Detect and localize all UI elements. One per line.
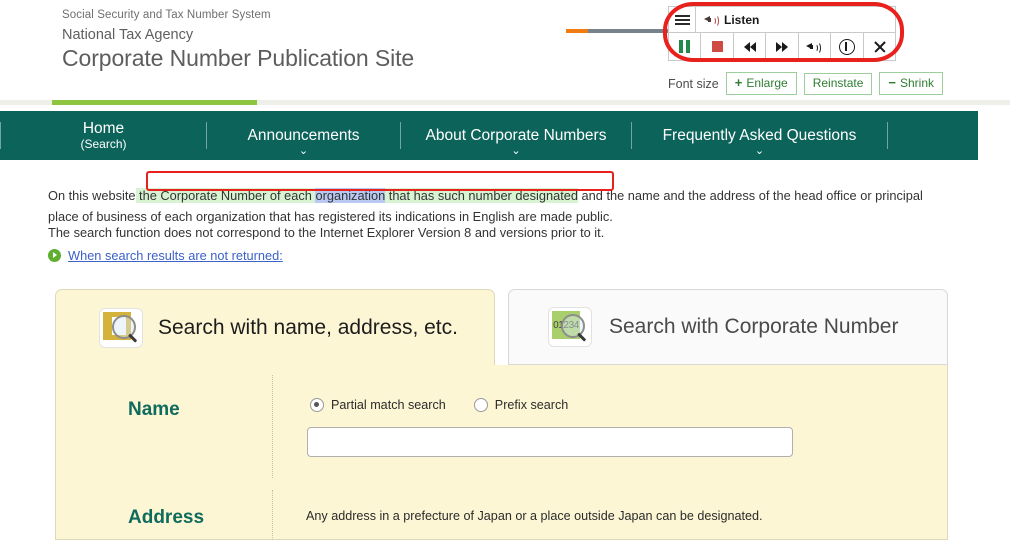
font-shrink-button[interactable]: − Shrink (879, 72, 943, 95)
brand-agency-name: National Tax Agency (62, 27, 194, 43)
stop-square-icon (711, 41, 723, 52)
name-row-divider (272, 375, 274, 478)
plus-icon: + (734, 75, 743, 90)
sidebar-item-announcements[interactable]: Announcements ⌄ (207, 127, 400, 157)
tab-search-by-name-label: Search with name, address, etc. (158, 315, 458, 339)
sidebar-item-home[interactable]: Home (Search) (1, 120, 206, 151)
volume-button[interactable] (798, 33, 832, 60)
intro-highlight-after: that has such number designated (385, 187, 578, 203)
font-shrink-label: Shrink (899, 76, 934, 90)
arrow-circle-right-icon (48, 249, 61, 262)
tts-seekbar-progress (566, 29, 588, 33)
tts-controls (669, 33, 895, 60)
nav-divider (887, 122, 888, 149)
nav-item-label: About Corporate Numbers (425, 127, 607, 144)
brand-tagline: Social Security and Tax Number System (62, 9, 271, 21)
font-size-controls: Font size + Enlarge Reinstate − Shrink (668, 72, 943, 95)
nav-active-indicator (52, 100, 257, 105)
font-reinstate-button[interactable]: Reinstate (803, 72, 873, 95)
number-search-icon: 01234 (549, 308, 591, 346)
ie-compatibility-note: The search function does not correspond … (48, 225, 605, 240)
tab-search-by-corporate-number-label: Search with Corporate Number (609, 315, 899, 338)
page-right-gutter (978, 111, 1010, 160)
info-button[interactable] (831, 33, 864, 60)
rewind-button[interactable] (733, 33, 767, 60)
text-to-speech-toolbar[interactable]: Listen (668, 6, 896, 61)
sidebar-item-faq[interactable]: Frequently Asked Questions ⌄ (632, 127, 887, 157)
no-results-link[interactable]: When search results are not returned: (68, 248, 283, 263)
intro-highlight-before: the Corporate Number of each (135, 187, 316, 203)
radio-dot-icon (473, 398, 488, 412)
chevron-down-icon: ⌄ (511, 145, 521, 157)
nav-item-label: Home (82, 120, 125, 137)
nav-item-sublabel: (Search) (80, 137, 127, 151)
info-circle-icon (838, 38, 855, 55)
name-field-label: Name (128, 399, 180, 420)
tab-search-by-name[interactable]: Search with name, address, etc. (55, 289, 495, 365)
speaker-icon (704, 13, 719, 27)
radio-prefix-search[interactable]: Prefix search (473, 398, 569, 412)
radio-dot-selected-icon (310, 398, 324, 412)
pause-button[interactable] (669, 33, 702, 60)
chevron-down-icon: ⌄ (298, 145, 309, 157)
nav-item-label: Frequently Asked Questions (662, 127, 857, 144)
building-search-icon (100, 308, 142, 347)
intro-lead: On this website (48, 187, 136, 203)
radio-partial-match-label: Partial match search (331, 398, 446, 412)
minus-icon: − (888, 75, 896, 90)
close-button[interactable] (863, 33, 895, 60)
stop-button[interactable] (701, 33, 734, 60)
site-branding: Social Security and Tax Number System Na… (62, 7, 414, 72)
search-form-panel: Name Partial match search Prefix search … (55, 365, 948, 540)
name-field-row (56, 365, 949, 485)
radio-partial-match-search[interactable]: Partial match search (310, 398, 446, 412)
sidebar-item-about-corporate-numbers[interactable]: About Corporate Numbers ⌄ (401, 127, 631, 157)
tab-search-by-corporate-number[interactable]: 01234 Search with Corporate Number (508, 289, 948, 365)
address-field-hint: Any address in a prefecture of Japan or … (306, 509, 763, 523)
nav-item-label: Announcements (247, 127, 360, 144)
intro-paragraph: On this website the Corporate Number of … (48, 185, 928, 227)
volume-icon (806, 40, 822, 54)
name-match-mode-radios: Partial match search Prefix search (310, 398, 568, 412)
font-enlarge-button[interactable]: + Enlarge (725, 72, 797, 95)
intro-current-word: organization (315, 187, 386, 203)
fast-forward-button[interactable] (766, 33, 799, 60)
address-row-divider (272, 490, 274, 540)
fast-forward-icon (775, 41, 788, 52)
font-enlarge-label: Enlarge (746, 76, 788, 90)
chevron-down-icon: ⌄ (754, 145, 765, 157)
tts-listen-button[interactable]: Listen (696, 7, 895, 32)
radio-prefix-search-label: Prefix search (494, 398, 569, 412)
address-field-label: Address (128, 507, 205, 528)
rewind-icon (743, 41, 756, 52)
pause-icon (679, 40, 690, 53)
hamburger-menu-icon[interactable] (669, 7, 696, 32)
tts-topbar: Listen (669, 7, 895, 33)
no-results-link-row[interactable]: When search results are not returned: (48, 248, 283, 263)
name-search-input[interactable] (307, 427, 793, 457)
main-navigation: Home (Search) Announcements ⌄ About Corp… (0, 111, 978, 160)
font-size-label: Font size (668, 76, 719, 91)
close-x-icon (873, 40, 886, 53)
tts-listen-label: Listen (724, 12, 760, 27)
brand-site-name: Corporate Number Publication Site (62, 45, 415, 71)
